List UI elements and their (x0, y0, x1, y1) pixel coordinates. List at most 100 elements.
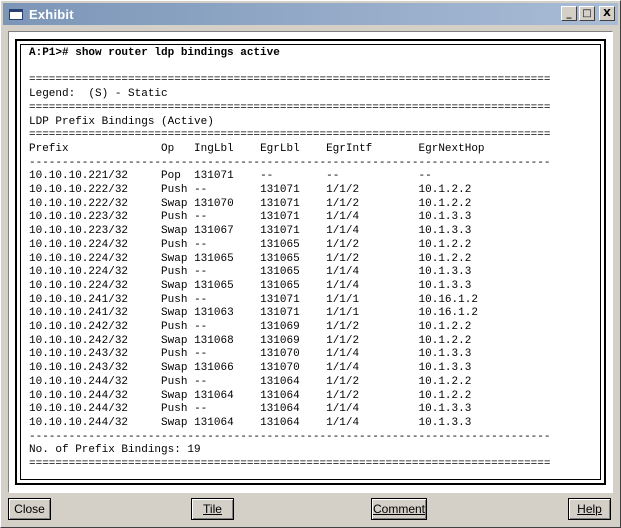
section-title: LDP Prefix Bindings (Active) (29, 115, 214, 128)
cell-egr: 131071 (260, 307, 300, 320)
cell-intf: 1/1/4 (326, 403, 360, 416)
table-row: 10.10.10.244/32 Push -- 131064 1/1/2 10.… (29, 376, 498, 388)
cell-op: Push (161, 403, 188, 416)
cell-header-egr: EgrLbl (260, 142, 300, 155)
cell-intf: 1/1/4 (326, 348, 360, 361)
cell-nexthop: 10.1.2.2 (418, 375, 472, 388)
cell-intf: 1/1/2 (326, 375, 360, 388)
cell-egr: 131071 (260, 197, 300, 210)
cell-prefix: 10.10.10.243/32 (29, 348, 129, 361)
cell-nexthop: 10.1.2.2 (418, 184, 472, 197)
terminal-inner-border: A:P1># show router ldp bindings active =… (20, 44, 601, 480)
table-row: 10.10.10.224/32 Push -- 131065 1/1/2 10.… (29, 239, 498, 251)
table-row: 10.10.10.243/32 Push -- 131070 1/1/4 10.… (29, 348, 498, 360)
window-icon (9, 8, 23, 20)
cell-header-op: Op (161, 142, 175, 155)
cell-prefix: 10.10.10.221/32 (29, 170, 129, 183)
cell-intf: -- (326, 170, 340, 183)
command-text: show router ldp bindings active (75, 47, 280, 59)
cell-op: Push (161, 238, 188, 251)
tile-button[interactable]: Tile (191, 498, 234, 520)
cell-intf: 1/1/2 (326, 238, 360, 251)
cell-ing: 131067 (194, 225, 234, 238)
cell-egr: 131069 (260, 334, 300, 347)
cell-intf: 1/1/4 (326, 225, 360, 238)
rule-double: ========================================… (29, 129, 551, 142)
close-window-button[interactable]: X (599, 6, 615, 21)
cell-intf: 1/1/2 (326, 197, 360, 210)
table-row: 10.10.10.223/32 Push -- 131071 1/1/4 10.… (29, 211, 498, 223)
cell-op: Swap (161, 252, 188, 265)
close-button[interactable]: Close (8, 498, 51, 520)
cell-prefix: 10.10.10.224/32 (29, 266, 129, 279)
cell-intf: 1/1/2 (326, 321, 360, 334)
table-row: 10.10.10.243/32 Swap 131066 131070 1/1/4… (29, 362, 498, 374)
cell-egr: 131065 (260, 252, 300, 265)
cell-intf: 1/1/2 (326, 252, 360, 265)
cell-op: Swap (161, 225, 188, 238)
cell-intf: 1/1/4 (326, 416, 360, 429)
cell-op: Swap (161, 334, 188, 347)
cell-prefix: 10.10.10.243/32 (29, 362, 129, 375)
cell-op: Push (161, 321, 188, 334)
cell-nexthop: 10.1.2.2 (418, 197, 472, 210)
table-row: 10.10.10.242/32 Swap 131068 131069 1/1/2… (29, 335, 498, 347)
cell-intf: 1/1/2 (326, 334, 360, 347)
cell-egr: 131071 (260, 184, 300, 197)
cell-prefix: 10.10.10.244/32 (29, 375, 129, 388)
table-row: 10.10.10.241/32 Push -- 131071 1/1/1 10.… (29, 294, 498, 306)
cell-intf: 1/1/4 (326, 266, 360, 279)
cell-egr: 131069 (260, 321, 300, 334)
title-bar[interactable]: Exhibit _ □ X (3, 3, 618, 25)
cell-egr: 131071 (260, 293, 300, 306)
cell-intf: 1/1/2 (326, 389, 360, 402)
cell-op: Push (161, 375, 188, 388)
table-row: 10.10.10.221/32 Pop 131071 -- -- -- (29, 170, 498, 182)
rule-double: ========================================… (29, 74, 551, 87)
cell-intf: 1/1/4 (326, 211, 360, 224)
cell-op: Swap (161, 279, 188, 292)
cell-op: Push (161, 348, 188, 361)
cell-intf: 1/1/1 (326, 293, 360, 306)
cell-egr: -- (260, 170, 274, 183)
cell-nexthop: 10.1.3.3 (418, 279, 472, 292)
cell-ing: -- (194, 321, 208, 334)
cell-op: Swap (161, 307, 188, 320)
terminal-output: A:P1># show router ldp bindings active =… (29, 47, 551, 472)
help-button[interactable]: Help (568, 498, 611, 520)
minimize-button[interactable]: _ (561, 6, 577, 21)
comment-button[interactable]: Comment (371, 498, 427, 520)
title-buttons: _ □ X (561, 6, 615, 21)
table-row: 10.10.10.244/32 Swap 131064 131064 1/1/4… (29, 417, 498, 429)
cell-ing: 131065 (194, 279, 234, 292)
cell-prefix: 10.10.10.242/32 (29, 321, 129, 334)
cell-ing: 131065 (194, 252, 234, 265)
table-row: 10.10.10.223/32 Swap 131067 131071 1/1/4… (29, 225, 498, 237)
table-header: Prefix Op IngLbl EgrLbl EgrIntf EgrNextH… (29, 143, 498, 155)
cell-header-prefix: Prefix (29, 142, 69, 155)
cell-op: Swap (161, 197, 188, 210)
cell-prefix: 10.10.10.244/32 (29, 403, 129, 416)
cell-egr: 131064 (260, 389, 300, 402)
cell-header-ing: IngLbl (194, 142, 234, 155)
window-title: Exhibit (29, 6, 74, 22)
cell-egr: 131064 (260, 403, 300, 416)
cell-prefix: 10.10.10.244/32 (29, 416, 129, 429)
cell-op: Push (161, 266, 188, 279)
cell-ing: -- (194, 211, 208, 224)
cell-ing: 131066 (194, 362, 234, 375)
cell-op: Pop (161, 170, 181, 183)
terminal-frame: A:P1># show router ldp bindings active =… (15, 39, 606, 485)
maximize-button[interactable]: □ (579, 6, 595, 21)
table-row: 10.10.10.244/32 Swap 131064 131064 1/1/2… (29, 390, 498, 402)
cell-egr: 131071 (260, 211, 300, 224)
table-row: 10.10.10.222/32 Swap 131070 131071 1/1/2… (29, 198, 498, 210)
cell-nexthop: 10.1.2.2 (418, 334, 472, 347)
cell-header-nexthop: EgrNextHop (418, 142, 485, 155)
table-row: 10.10.10.244/32 Push -- 131064 1/1/4 10.… (29, 403, 498, 415)
cell-prefix: 10.10.10.224/32 (29, 238, 129, 251)
rule-double: ========================================… (29, 458, 551, 471)
cell-nexthop: 10.1.2.2 (418, 238, 472, 251)
cell-op: Push (161, 293, 188, 306)
cell-intf: 1/1/2 (326, 184, 360, 197)
